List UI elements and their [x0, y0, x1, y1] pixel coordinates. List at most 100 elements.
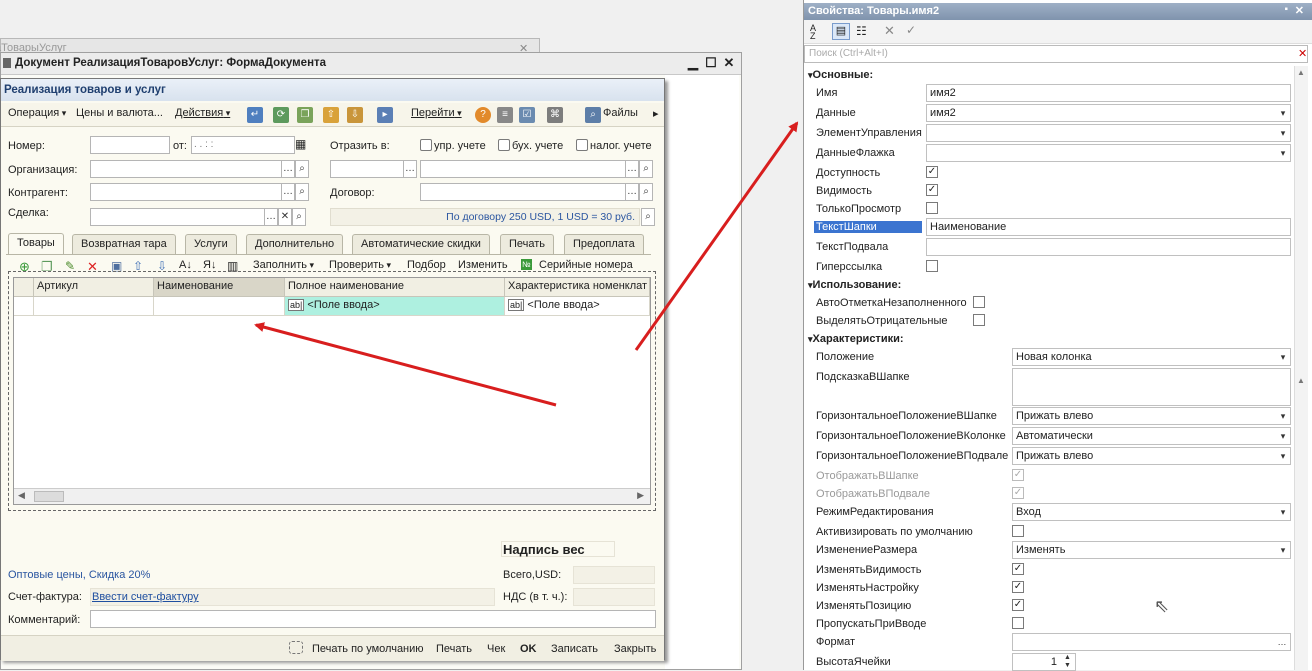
sort-alpha-icon[interactable]: AZ: [810, 24, 816, 41]
counterparty-input[interactable]: [90, 183, 282, 201]
tab-prepayment[interactable]: Предоплата: [564, 234, 644, 254]
tab-additional[interactable]: Дополнительно: [246, 234, 344, 254]
prop-hyperlink-checkbox[interactable]: [926, 260, 938, 272]
save-button[interactable]: Записать: [551, 643, 598, 655]
org-search-icon[interactable]: ⌕: [295, 160, 309, 178]
prop-activate-checkbox[interactable]: [1012, 525, 1024, 537]
help-icon[interactable]: ?: [475, 107, 491, 123]
prop-control-field[interactable]: ▾: [926, 124, 1291, 142]
close-icon[interactable]: ✕: [1295, 4, 1304, 17]
copy-icon[interactable]: ❐: [297, 107, 313, 123]
print-button[interactable]: Печать: [436, 643, 472, 655]
deal-search-icon[interactable]: ⌕: [292, 208, 306, 226]
number-input[interactable]: [90, 136, 170, 154]
prop-name-value[interactable]: имя2: [926, 84, 1291, 102]
acc-checkbox[interactable]: [498, 139, 510, 151]
dropdown-icon[interactable]: ▾: [1276, 125, 1290, 141]
column-header-characteristic[interactable]: Характеристика номенклат: [505, 278, 650, 297]
sort-asc-icon[interactable]: A↓: [179, 259, 192, 271]
prop-resize-field[interactable]: Изменять ▾: [1012, 541, 1291, 559]
prop-skip-checkbox[interactable]: [1012, 617, 1024, 629]
dropdown-icon[interactable]: ▾: [1276, 448, 1290, 464]
prop-availability-checkbox[interactable]: ✓: [926, 166, 938, 178]
prop-negative-checkbox[interactable]: [973, 314, 985, 326]
fill-menu[interactable]: Заполнить: [253, 259, 314, 271]
scroll-mid-icon[interactable]: ▲: [1297, 376, 1305, 385]
warehouse2-input[interactable]: [420, 160, 626, 178]
prop-readonly-checkbox[interactable]: [926, 202, 938, 214]
hierarchy-icon[interactable]: ☷: [856, 24, 867, 38]
search-icon[interactable]: ⌕: [585, 107, 601, 123]
dropdown-icon[interactable]: ▾: [1276, 408, 1290, 424]
toolbar-more-icon[interactable]: ▸: [653, 107, 659, 120]
tab-returnable[interactable]: Возвратная тара: [72, 234, 176, 254]
print-default-button[interactable]: Печать по умолчанию: [312, 643, 424, 655]
operation-menu[interactable]: Операция: [8, 107, 66, 119]
prop-chpos-checkbox[interactable]: ✓: [1012, 599, 1024, 611]
prop-headertext-label[interactable]: ТекстШапки: [814, 221, 922, 233]
prop-chset-checkbox[interactable]: ✓: [1012, 581, 1024, 593]
dropdown-icon[interactable]: ▾: [1276, 145, 1290, 161]
refresh-icon[interactable]: ⟳: [273, 107, 289, 123]
minimize-icon[interactable]: ▁: [685, 56, 701, 70]
files-button[interactable]: Файлы: [603, 107, 638, 119]
prop-hint-value[interactable]: [1012, 368, 1291, 406]
cancel-icon[interactable]: ✕: [884, 23, 895, 39]
mgmt-checkbox[interactable]: [420, 139, 432, 151]
calendar-icon[interactable]: ▦: [295, 137, 306, 151]
table-cell-article[interactable]: [34, 297, 154, 316]
contract-search-icon[interactable]: ⌕: [639, 183, 653, 201]
deal-select-button[interactable]: …: [264, 208, 278, 226]
dropdown-icon[interactable]: ▾: [1276, 428, 1290, 444]
tab-services[interactable]: Услуги: [185, 234, 237, 254]
scroll-left-icon[interactable]: ◀: [18, 490, 25, 501]
prop-halignhead-field[interactable]: Прижать влево ▾: [1012, 407, 1291, 425]
tax-checkbox[interactable]: [576, 139, 588, 151]
warehouse2-select-button[interactable]: …: [625, 160, 639, 178]
table-cell-name[interactable]: [154, 297, 285, 316]
tab-print[interactable]: Печать: [500, 234, 555, 254]
scroll-right-icon[interactable]: ▶: [637, 490, 644, 501]
receipt-button[interactable]: Чек: [487, 643, 505, 655]
comment-input[interactable]: [90, 610, 656, 628]
prop-editmode-field[interactable]: Вход ▾: [1012, 503, 1291, 521]
section-main[interactable]: Основные:: [808, 69, 874, 81]
date-input[interactable]: . . : :: [191, 136, 295, 154]
column-header-article[interactable]: Артикул: [34, 278, 154, 297]
format-select-button[interactable]: …: [1274, 634, 1290, 650]
close-icon[interactable]: ✕: [721, 56, 737, 70]
warehouse2-search-icon[interactable]: ⌕: [639, 160, 653, 178]
table-cell-characteristic[interactable]: ab| <Поле ввода>: [505, 297, 650, 316]
search-clear-icon[interactable]: ✕: [1298, 47, 1307, 60]
properties-vertical-scrollbar[interactable]: ▲ ▲: [1294, 66, 1308, 670]
dropdown-icon[interactable]: ▾: [1276, 504, 1290, 520]
dropdown-icon[interactable]: ▾: [1276, 349, 1290, 365]
actions-menu[interactable]: Действия: [175, 107, 230, 119]
pin-icon[interactable]: ▪: [1284, 4, 1288, 15]
goto-menu[interactable]: Перейти: [411, 107, 462, 119]
ok-button[interactable]: OK: [520, 643, 537, 655]
table-horizontal-scrollbar[interactable]: ◀ ▶: [14, 488, 650, 504]
section-characteristics[interactable]: Характеристики:: [808, 333, 904, 345]
table-cell-fullname[interactable]: ab| <Поле ввода>: [285, 297, 505, 316]
structure-icon[interactable]: ≡: [497, 107, 513, 123]
prop-haligncol-field[interactable]: Автоматически ▾: [1012, 427, 1291, 445]
table-cell[interactable]: [14, 297, 34, 316]
dropdown-icon[interactable]: ▾: [1276, 542, 1290, 558]
prices-link[interactable]: Оптовые цены, Скидка 20%: [8, 569, 150, 581]
prop-format-field[interactable]: …: [1012, 633, 1291, 651]
counterparty-select-button[interactable]: …: [281, 183, 295, 201]
spin-icon[interactable]: ▲ ▼: [1064, 654, 1071, 670]
prop-data-field[interactable]: имя2 ▾: [926, 104, 1291, 122]
column-header-name[interactable]: Наименование: [154, 278, 285, 297]
warehouse-select-button[interactable]: …: [403, 160, 417, 178]
check-menu[interactable]: Проверить: [329, 259, 391, 271]
deal-clear-icon[interactable]: ✕: [278, 208, 292, 226]
column-header-fullname[interactable]: Полное наименование: [285, 278, 505, 297]
post-icon[interactable]: ⇧: [323, 107, 339, 123]
counterparty-search-icon[interactable]: ⌕: [295, 183, 309, 201]
xml-icon[interactable]: ⌘: [547, 107, 563, 123]
contract-select-button[interactable]: …: [625, 183, 639, 201]
warehouse-input[interactable]: [330, 160, 404, 178]
prop-footertext-value[interactable]: [926, 238, 1291, 256]
